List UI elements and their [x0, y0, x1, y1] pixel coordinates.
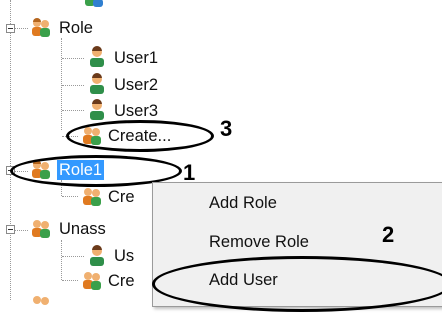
tree-node-label: Us [114, 247, 135, 265]
tree-node-create[interactable]: Cre [106, 185, 137, 209]
annotation-ellipse-2 [152, 256, 442, 312]
tree-node-label: Unass [59, 220, 106, 238]
tree-connector [62, 110, 84, 111]
role-group-icon [29, 218, 53, 240]
tree-node-unassigned[interactable]: Unass [57, 217, 108, 241]
role-group-icon [29, 17, 53, 39]
create-user-icon [80, 186, 104, 208]
callout-number: 3 [220, 116, 233, 141]
user-icon [85, 99, 109, 121]
tree-node-label: Cre [108, 188, 135, 206]
tree-guide-line [10, 0, 11, 300]
tree-node-label: User2 [114, 76, 159, 94]
tree-connector [62, 85, 84, 86]
annotation-ellipse-3 [66, 120, 214, 152]
tree-connector [14, 28, 28, 29]
collapse-toggle[interactable] [6, 24, 15, 33]
tree-node-label: User3 [114, 102, 159, 120]
tree-connector [14, 230, 28, 231]
user-icon [85, 73, 109, 95]
users-group-icon [82, 0, 106, 10]
menu-item-add-role[interactable]: Add Role [209, 194, 277, 213]
collapse-toggle[interactable] [6, 225, 15, 234]
user-icon [85, 245, 109, 267]
role-group-icon [29, 294, 53, 316]
tree-node-label: Cre [108, 272, 135, 290]
tree-guide-line [61, 240, 62, 280]
tree-node-create[interactable]: Cre [106, 269, 137, 293]
tree-node-user[interactable]: Us [112, 244, 136, 268]
tree-node-user[interactable]: User2 [112, 73, 160, 97]
tree-connector [62, 196, 78, 197]
user-icon [85, 46, 109, 68]
create-user-icon [80, 270, 104, 292]
tree-node-user[interactable]: User1 [112, 46, 160, 70]
tree-node-label: Role [59, 19, 93, 37]
tree-connector [62, 280, 78, 281]
tree-guide-line [61, 38, 62, 130]
callout-number: 2 [382, 222, 395, 247]
menu-item-remove-role[interactable]: Remove Role [209, 233, 309, 252]
tree-node-label: User1 [114, 49, 159, 67]
tree-node-role[interactable]: Role [57, 16, 95, 40]
tree-connector [62, 58, 84, 59]
tree-connector [62, 256, 84, 257]
